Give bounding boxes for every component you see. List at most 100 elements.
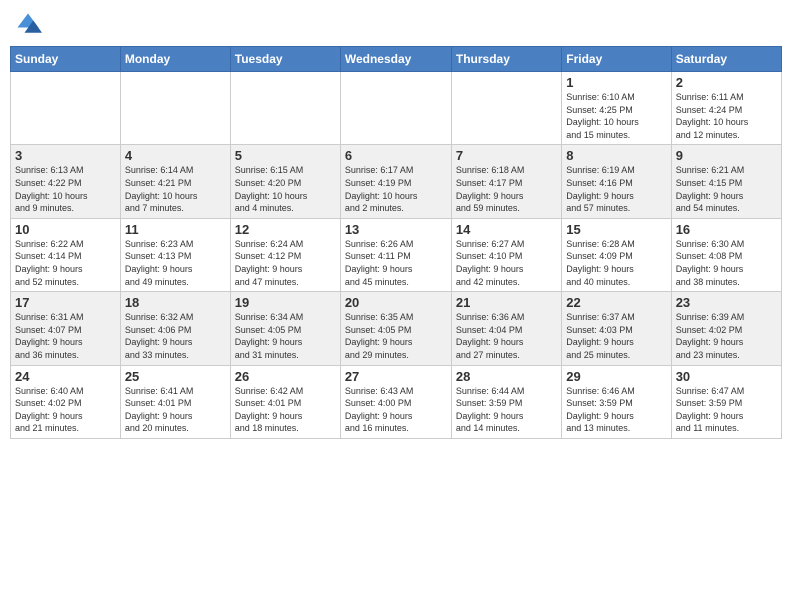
calendar-cell: 3Sunrise: 6:13 AM Sunset: 4:22 PM Daylig… <box>11 145 121 218</box>
calendar-week-row: 17Sunrise: 6:31 AM Sunset: 4:07 PM Dayli… <box>11 292 782 365</box>
calendar-cell: 1Sunrise: 6:10 AM Sunset: 4:25 PM Daylig… <box>562 72 671 145</box>
day-number: 11 <box>125 222 226 237</box>
calendar-cell: 28Sunrise: 6:44 AM Sunset: 3:59 PM Dayli… <box>451 365 561 438</box>
calendar-cell: 11Sunrise: 6:23 AM Sunset: 4:13 PM Dayli… <box>120 218 230 291</box>
day-number: 28 <box>456 369 557 384</box>
day-number: 13 <box>345 222 447 237</box>
day-number: 7 <box>456 148 557 163</box>
day-number: 4 <box>125 148 226 163</box>
calendar-cell <box>340 72 451 145</box>
day-info: Sunrise: 6:22 AM Sunset: 4:14 PM Dayligh… <box>15 238 116 288</box>
calendar-cell: 24Sunrise: 6:40 AM Sunset: 4:02 PM Dayli… <box>11 365 121 438</box>
day-number: 6 <box>345 148 447 163</box>
day-info: Sunrise: 6:19 AM Sunset: 4:16 PM Dayligh… <box>566 164 666 214</box>
day-info: Sunrise: 6:43 AM Sunset: 4:00 PM Dayligh… <box>345 385 447 435</box>
weekday-header: Thursday <box>451 47 561 72</box>
calendar-cell: 25Sunrise: 6:41 AM Sunset: 4:01 PM Dayli… <box>120 365 230 438</box>
day-info: Sunrise: 6:46 AM Sunset: 3:59 PM Dayligh… <box>566 385 666 435</box>
calendar-cell: 2Sunrise: 6:11 AM Sunset: 4:24 PM Daylig… <box>671 72 781 145</box>
calendar-week-row: 1Sunrise: 6:10 AM Sunset: 4:25 PM Daylig… <box>11 72 782 145</box>
calendar-cell <box>11 72 121 145</box>
calendar-cell: 30Sunrise: 6:47 AM Sunset: 3:59 PM Dayli… <box>671 365 781 438</box>
day-info: Sunrise: 6:21 AM Sunset: 4:15 PM Dayligh… <box>676 164 777 214</box>
day-number: 17 <box>15 295 116 310</box>
calendar-cell: 22Sunrise: 6:37 AM Sunset: 4:03 PM Dayli… <box>562 292 671 365</box>
logo <box>14 10 46 38</box>
day-number: 12 <box>235 222 336 237</box>
day-info: Sunrise: 6:11 AM Sunset: 4:24 PM Dayligh… <box>676 91 777 141</box>
calendar-cell: 13Sunrise: 6:26 AM Sunset: 4:11 PM Dayli… <box>340 218 451 291</box>
day-info: Sunrise: 6:18 AM Sunset: 4:17 PM Dayligh… <box>456 164 557 214</box>
day-info: Sunrise: 6:31 AM Sunset: 4:07 PM Dayligh… <box>15 311 116 361</box>
day-number: 10 <box>15 222 116 237</box>
calendar-cell: 26Sunrise: 6:42 AM Sunset: 4:01 PM Dayli… <box>230 365 340 438</box>
day-number: 19 <box>235 295 336 310</box>
day-info: Sunrise: 6:37 AM Sunset: 4:03 PM Dayligh… <box>566 311 666 361</box>
day-number: 25 <box>125 369 226 384</box>
day-info: Sunrise: 6:36 AM Sunset: 4:04 PM Dayligh… <box>456 311 557 361</box>
day-info: Sunrise: 6:32 AM Sunset: 4:06 PM Dayligh… <box>125 311 226 361</box>
day-info: Sunrise: 6:13 AM Sunset: 4:22 PM Dayligh… <box>15 164 116 214</box>
day-info: Sunrise: 6:35 AM Sunset: 4:05 PM Dayligh… <box>345 311 447 361</box>
day-number: 2 <box>676 75 777 90</box>
day-number: 30 <box>676 369 777 384</box>
calendar-week-row: 10Sunrise: 6:22 AM Sunset: 4:14 PM Dayli… <box>11 218 782 291</box>
calendar-cell: 20Sunrise: 6:35 AM Sunset: 4:05 PM Dayli… <box>340 292 451 365</box>
calendar-cell: 16Sunrise: 6:30 AM Sunset: 4:08 PM Dayli… <box>671 218 781 291</box>
day-info: Sunrise: 6:23 AM Sunset: 4:13 PM Dayligh… <box>125 238 226 288</box>
calendar-cell <box>451 72 561 145</box>
day-number: 21 <box>456 295 557 310</box>
day-number: 26 <box>235 369 336 384</box>
weekday-header: Wednesday <box>340 47 451 72</box>
day-number: 27 <box>345 369 447 384</box>
day-info: Sunrise: 6:26 AM Sunset: 4:11 PM Dayligh… <box>345 238 447 288</box>
day-number: 23 <box>676 295 777 310</box>
day-info: Sunrise: 6:47 AM Sunset: 3:59 PM Dayligh… <box>676 385 777 435</box>
day-number: 5 <box>235 148 336 163</box>
day-info: Sunrise: 6:34 AM Sunset: 4:05 PM Dayligh… <box>235 311 336 361</box>
day-number: 16 <box>676 222 777 237</box>
day-info: Sunrise: 6:14 AM Sunset: 4:21 PM Dayligh… <box>125 164 226 214</box>
calendar-cell: 7Sunrise: 6:18 AM Sunset: 4:17 PM Daylig… <box>451 145 561 218</box>
day-info: Sunrise: 6:39 AM Sunset: 4:02 PM Dayligh… <box>676 311 777 361</box>
calendar-cell: 5Sunrise: 6:15 AM Sunset: 4:20 PM Daylig… <box>230 145 340 218</box>
calendar-cell <box>120 72 230 145</box>
calendar-cell: 29Sunrise: 6:46 AM Sunset: 3:59 PM Dayli… <box>562 365 671 438</box>
day-number: 3 <box>15 148 116 163</box>
day-number: 22 <box>566 295 666 310</box>
calendar-cell: 19Sunrise: 6:34 AM Sunset: 4:05 PM Dayli… <box>230 292 340 365</box>
calendar-cell: 12Sunrise: 6:24 AM Sunset: 4:12 PM Dayli… <box>230 218 340 291</box>
calendar-cell: 18Sunrise: 6:32 AM Sunset: 4:06 PM Dayli… <box>120 292 230 365</box>
weekday-header: Saturday <box>671 47 781 72</box>
weekday-header: Friday <box>562 47 671 72</box>
calendar-cell: 23Sunrise: 6:39 AM Sunset: 4:02 PM Dayli… <box>671 292 781 365</box>
calendar-cell: 9Sunrise: 6:21 AM Sunset: 4:15 PM Daylig… <box>671 145 781 218</box>
day-info: Sunrise: 6:40 AM Sunset: 4:02 PM Dayligh… <box>15 385 116 435</box>
calendar-week-row: 3Sunrise: 6:13 AM Sunset: 4:22 PM Daylig… <box>11 145 782 218</box>
day-info: Sunrise: 6:15 AM Sunset: 4:20 PM Dayligh… <box>235 164 336 214</box>
calendar-table: SundayMondayTuesdayWednesdayThursdayFrid… <box>10 46 782 439</box>
day-info: Sunrise: 6:30 AM Sunset: 4:08 PM Dayligh… <box>676 238 777 288</box>
page-header <box>10 10 782 38</box>
day-info: Sunrise: 6:42 AM Sunset: 4:01 PM Dayligh… <box>235 385 336 435</box>
day-number: 15 <box>566 222 666 237</box>
calendar-cell: 17Sunrise: 6:31 AM Sunset: 4:07 PM Dayli… <box>11 292 121 365</box>
calendar-cell: 27Sunrise: 6:43 AM Sunset: 4:00 PM Dayli… <box>340 365 451 438</box>
calendar-cell: 15Sunrise: 6:28 AM Sunset: 4:09 PM Dayli… <box>562 218 671 291</box>
day-number: 1 <box>566 75 666 90</box>
calendar-cell: 21Sunrise: 6:36 AM Sunset: 4:04 PM Dayli… <box>451 292 561 365</box>
day-number: 20 <box>345 295 447 310</box>
day-info: Sunrise: 6:44 AM Sunset: 3:59 PM Dayligh… <box>456 385 557 435</box>
weekday-header: Tuesday <box>230 47 340 72</box>
day-info: Sunrise: 6:17 AM Sunset: 4:19 PM Dayligh… <box>345 164 447 214</box>
day-info: Sunrise: 6:27 AM Sunset: 4:10 PM Dayligh… <box>456 238 557 288</box>
day-number: 24 <box>15 369 116 384</box>
calendar-cell: 4Sunrise: 6:14 AM Sunset: 4:21 PM Daylig… <box>120 145 230 218</box>
day-number: 14 <box>456 222 557 237</box>
calendar-cell: 14Sunrise: 6:27 AM Sunset: 4:10 PM Dayli… <box>451 218 561 291</box>
day-info: Sunrise: 6:28 AM Sunset: 4:09 PM Dayligh… <box>566 238 666 288</box>
weekday-header: Monday <box>120 47 230 72</box>
day-number: 8 <box>566 148 666 163</box>
day-info: Sunrise: 6:10 AM Sunset: 4:25 PM Dayligh… <box>566 91 666 141</box>
day-number: 18 <box>125 295 226 310</box>
